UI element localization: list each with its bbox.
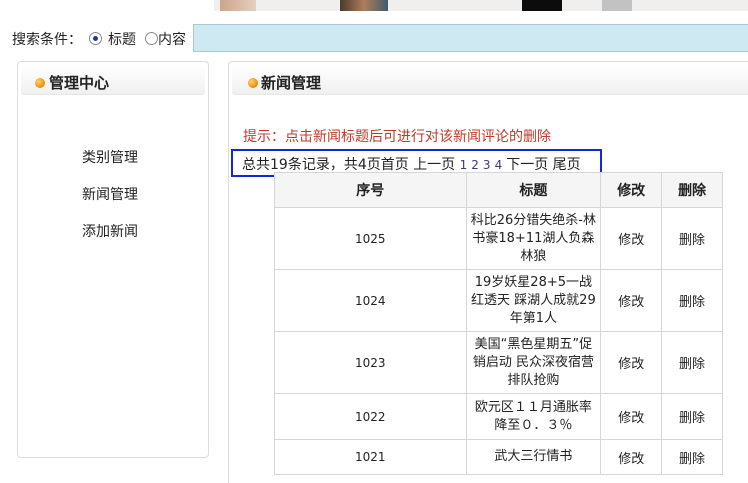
search-label: 搜索条件： (12, 32, 82, 48)
pagination: 总共19条记录，共4页首页 上一页 1 2 3 4 下一页 尾页 (242, 154, 581, 174)
search-bar: 搜索条件： 标题 内容 (0, 24, 748, 52)
pager-page-3[interactable]: 3 (483, 158, 491, 172)
radio-title-label[interactable]: 标题 (108, 29, 136, 49)
table-row: 1022 欧元区１１月通胀率降至０．３％ 修改 删除 (274, 393, 723, 440)
cell-id: 1022 (274, 393, 467, 440)
sidebar-panel: 管理中心 类别管理 新闻管理 添加新闻 (17, 61, 209, 458)
orange-dot-icon (35, 78, 45, 88)
edit-link[interactable]: 修改 (600, 439, 663, 475)
delete-link[interactable]: 删除 (661, 393, 723, 440)
cell-title-link[interactable]: 科比26分错失绝杀-林书豪18+11湖人负森林狼 (465, 207, 602, 270)
pager-page-4[interactable]: 4 (495, 158, 503, 172)
cell-id: 1024 (274, 269, 467, 332)
cell-title-link[interactable]: 欧元区１１月通胀率降至０．３％ (465, 393, 602, 440)
search-input[interactable] (193, 24, 748, 52)
sidebar-title: 管理中心 (49, 74, 110, 92)
cell-id: 1023 (274, 331, 467, 394)
delete-link[interactable]: 删除 (661, 439, 723, 475)
edit-link[interactable]: 修改 (600, 331, 663, 394)
sidebar-header: 管理中心 (21, 65, 205, 95)
pager-summary: 总共19条记录，共4页 (242, 157, 381, 173)
pager-page-2[interactable]: 2 (471, 158, 479, 172)
hint-text: 提示：点击新闻标题后可进行对该新闻评论的删除 (243, 129, 551, 145)
orange-dot-icon (248, 78, 258, 88)
table-row: 1021 武大三行情书 修改 删除 (274, 439, 723, 475)
delete-link[interactable]: 删除 (661, 331, 723, 394)
radio-title[interactable] (89, 32, 102, 45)
page-title: 新闻管理 (261, 74, 322, 92)
radio-content[interactable] (145, 32, 158, 45)
pager-first[interactable]: 首页 (381, 157, 409, 173)
table-row: 1025 科比26分错失绝杀-林书豪18+11湖人负森林狼 修改 删除 (274, 207, 723, 270)
delete-link[interactable]: 删除 (661, 269, 723, 332)
pager-prev[interactable]: 上一页 (413, 157, 455, 173)
top-banner-image (214, 0, 748, 11)
cell-id: 1025 (274, 207, 467, 270)
col-delete-header: 删除 (661, 172, 723, 208)
news-table: 序号 标题 修改 删除 1025 科比26分错失绝杀-林书豪18+11湖人负森林… (274, 172, 723, 475)
sidebar-item-add-news[interactable]: 添加新闻 (82, 221, 138, 241)
cell-id: 1021 (274, 439, 467, 475)
col-id-header: 序号 (274, 172, 467, 208)
col-title-header: 标题 (465, 172, 602, 208)
cell-title-link[interactable]: 19岁妖星28+5一战红透天 踩湖人成就29年第1人 (465, 269, 602, 332)
table-header-row: 序号 标题 修改 删除 (274, 172, 723, 208)
col-edit-header: 修改 (600, 172, 663, 208)
sidebar-item-category[interactable]: 类别管理 (82, 147, 138, 167)
edit-link[interactable]: 修改 (600, 269, 663, 332)
cell-title-link[interactable]: 武大三行情书 (465, 439, 602, 475)
pager-last[interactable]: 尾页 (553, 157, 581, 173)
sidebar-item-news[interactable]: 新闻管理 (82, 184, 138, 204)
edit-link[interactable]: 修改 (600, 393, 663, 440)
radio-content-label[interactable]: 内容 (158, 29, 186, 49)
cell-title-link[interactable]: 美国“黑色星期五”促销启动 民众深夜宿营排队抢购 (465, 331, 602, 394)
delete-link[interactable]: 删除 (661, 207, 723, 270)
edit-link[interactable]: 修改 (600, 207, 663, 270)
table-row: 1023 美国“黑色星期五”促销启动 民众深夜宿营排队抢购 修改 删除 (274, 331, 723, 394)
main-header: 新闻管理 (232, 65, 748, 95)
table-row: 1024 19岁妖星28+5一战红透天 踩湖人成就29年第1人 修改 删除 (274, 269, 723, 332)
pager-page-1[interactable]: 1 (460, 158, 468, 172)
pager-next[interactable]: 下一页 (506, 157, 548, 173)
